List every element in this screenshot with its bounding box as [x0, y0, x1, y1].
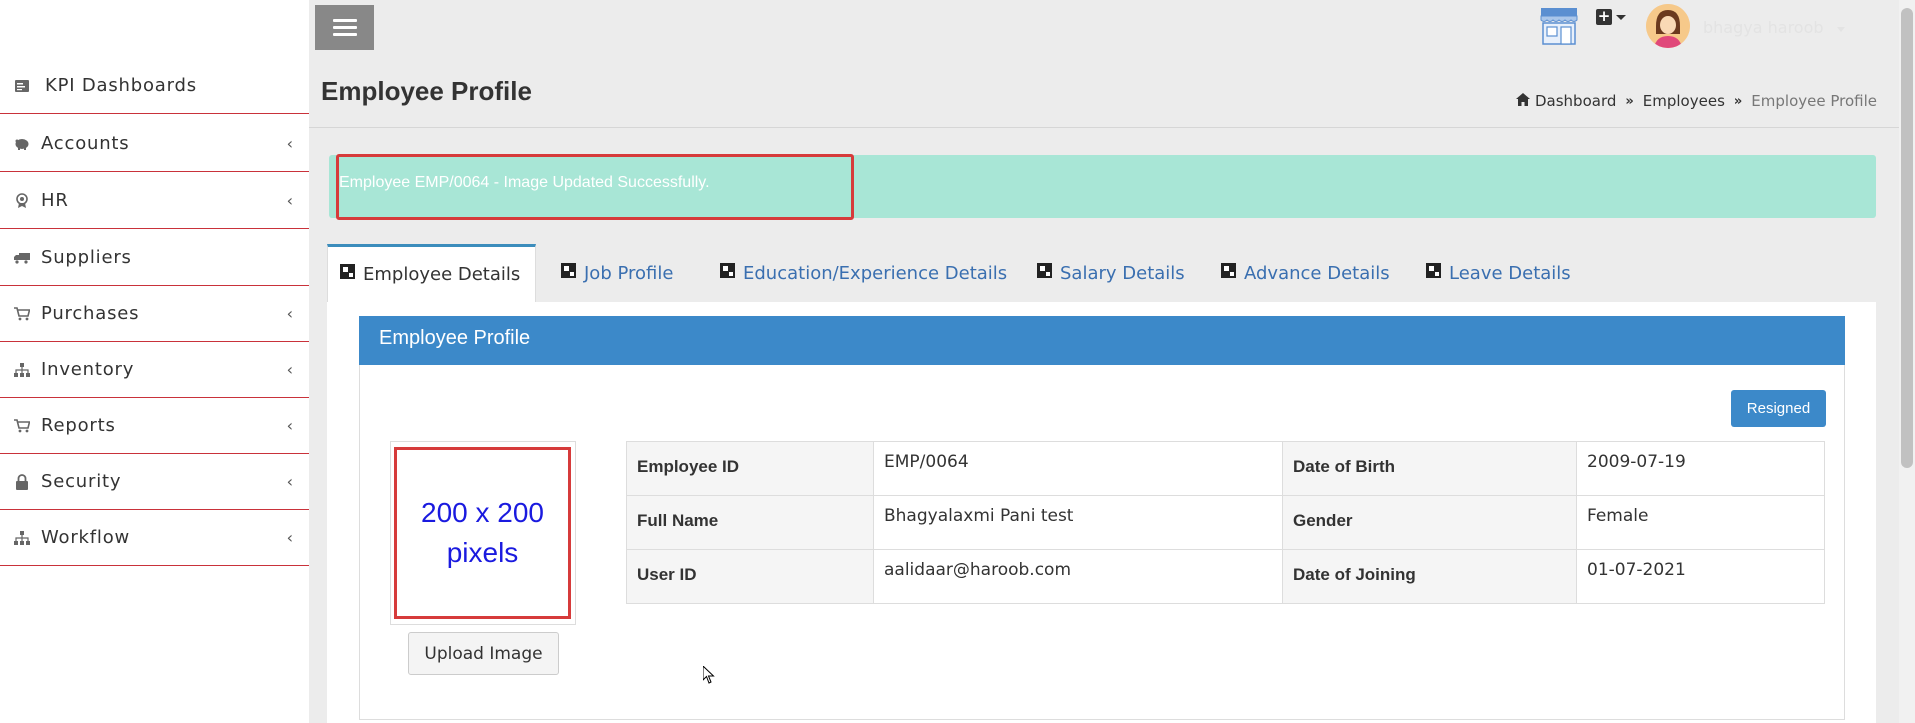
breadcrumb-dashboard-link[interactable]: Dashboard — [1535, 92, 1616, 110]
full-name-label: Full Name — [626, 495, 874, 550]
tab-education-experience[interactable]: Education/Experience Details — [708, 244, 1019, 302]
table-row: Employee ID EMP/0064 Date of Birth 2009-… — [626, 441, 1825, 496]
store-icon[interactable] — [1538, 6, 1580, 46]
tab-salary-details[interactable]: Salary Details — [1025, 244, 1197, 302]
employee-id-label: Employee ID — [626, 441, 874, 496]
breadcrumb-current: Employee Profile — [1751, 92, 1877, 110]
qr-code-icon — [340, 264, 355, 279]
table-row: Full Name Bhagyalaxmi Pani test Gender F… — [626, 495, 1825, 550]
user-id-value: aalidaar@haroob.com — [873, 549, 1283, 604]
tab-label: Leave Details — [1449, 262, 1571, 284]
user-name[interactable]: bhagya haroob — [1703, 18, 1824, 37]
lock-icon — [13, 473, 31, 491]
plus-square-icon: + — [1596, 7, 1612, 25]
image-placeholder-size: 200 x 200 — [421, 497, 544, 528]
gender-label: Gender — [1282, 495, 1577, 550]
hamburger-menu-button[interactable] — [315, 5, 374, 50]
chevron-left-icon: ‹ — [286, 528, 293, 547]
sidebar-item-inventory[interactable]: Inventory ‹ — [0, 342, 309, 398]
alert-highlight-frame — [336, 154, 854, 220]
sidebar-item-hr[interactable]: HR ‹ — [0, 173, 309, 229]
user-id-label: User ID — [626, 549, 874, 604]
sidebar-item-kpi-dashboards[interactable]: KPI Dashboards — [0, 58, 309, 114]
chevron-left-icon: ‹ — [286, 191, 293, 210]
tab-label: Employee Details — [363, 264, 521, 285]
sidebar-item-workflow[interactable]: Workflow ‹ — [0, 510, 309, 566]
sidebar-item-security[interactable]: Security ‹ — [0, 454, 309, 510]
upload-image-button[interactable]: Upload Image — [408, 632, 559, 675]
tab-employee-details[interactable]: Employee Details — [327, 244, 536, 302]
sidebar-item-label: Inventory — [41, 359, 135, 380]
sitemap-icon — [13, 529, 31, 547]
sidebar-item-suppliers[interactable]: Suppliers — [0, 230, 309, 286]
breadcrumb-separator-icon: » — [1733, 93, 1743, 109]
mouse-cursor-icon — [702, 664, 715, 684]
sidebar: KPI Dashboards Accounts ‹ HR ‹ Suppliers… — [0, 0, 309, 723]
sidebar-item-label: Accounts — [41, 133, 130, 154]
sidebar-item-accounts[interactable]: Accounts ‹ — [0, 116, 309, 172]
chevron-left-icon: ‹ — [286, 360, 293, 379]
add-new-dropdown[interactable]: + — [1596, 7, 1630, 27]
doj-value: 01-07-2021 — [1576, 549, 1825, 604]
sidebar-item-purchases[interactable]: Purchases ‹ — [0, 286, 309, 342]
sidebar-item-label: Purchases — [41, 303, 140, 324]
image-placeholder-unit: pixels — [446, 537, 519, 568]
header-divider — [309, 127, 1899, 128]
doj-label: Date of Joining — [1282, 549, 1577, 604]
tab-label: Salary Details — [1060, 262, 1185, 284]
sitemap-icon — [13, 361, 31, 379]
dob-value: 2009-07-19 — [1576, 441, 1825, 496]
breadcrumb-separator-icon: » — [1625, 93, 1634, 109]
chevron-left-icon: ‹ — [286, 304, 293, 323]
chevron-left-icon: ‹ — [286, 134, 293, 153]
qr-code-icon — [561, 262, 576, 278]
status-badge[interactable]: Resigned — [1731, 390, 1826, 427]
sidebar-item-label: Workflow — [41, 527, 131, 548]
truck-icon — [13, 249, 31, 267]
gender-value: Female — [1576, 495, 1825, 550]
caret-down-icon — [1616, 14, 1626, 20]
cart-icon — [13, 417, 31, 435]
sidebar-item-label: Security — [41, 471, 122, 492]
sidebar-item-label: KPI Dashboards — [45, 75, 197, 96]
dob-label: Date of Birth — [1282, 441, 1577, 496]
caret-down-icon[interactable] — [1837, 27, 1845, 32]
tab-advance-details[interactable]: Advance Details — [1209, 244, 1402, 302]
scrollbar-thumb[interactable] — [1901, 8, 1913, 468]
tab-label: Advance Details — [1244, 262, 1390, 284]
full-name-value: Bhagyalaxmi Pani test — [873, 495, 1283, 550]
breadcrumb: Dashboard » Employees » Employee Profile — [1515, 92, 1877, 110]
qr-code-icon — [1037, 262, 1052, 278]
qr-code-icon — [1221, 262, 1236, 278]
employee-info-table: Employee ID EMP/0064 Date of Birth 2009-… — [626, 441, 1825, 604]
hamburger-icon — [332, 19, 357, 22]
sidebar-item-label: HR — [41, 190, 69, 211]
sidebar-item-label: Suppliers — [41, 247, 132, 268]
home-icon — [1515, 92, 1530, 110]
chevron-left-icon: ‹ — [286, 472, 293, 491]
employee-id-value: EMP/0064 — [873, 441, 1283, 496]
profile-image-placeholder: 200 x 200 pixels — [394, 447, 571, 619]
sidebar-item-reports[interactable]: Reports ‹ — [0, 398, 309, 454]
tab-job-profile[interactable]: Job Profile — [549, 244, 685, 302]
tab-label: Education/Experience Details — [743, 262, 1008, 284]
chevron-left-icon: ‹ — [286, 416, 293, 435]
page-title: Employee Profile — [321, 76, 532, 106]
piggy-bank-icon — [13, 135, 31, 153]
qr-code-icon — [720, 262, 735, 278]
breadcrumb-employees-link[interactable]: Employees — [1643, 92, 1725, 110]
cart-icon — [13, 305, 31, 323]
box-title: Employee Profile — [379, 327, 531, 349]
qr-code-icon — [1426, 262, 1441, 278]
tab-label: Job Profile — [584, 262, 674, 284]
table-row: User ID aalidaar@haroob.com Date of Join… — [626, 549, 1825, 604]
badge-icon — [13, 192, 31, 210]
page-scrollbar[interactable] — [1899, 0, 1915, 723]
avatar[interactable] — [1646, 4, 1690, 48]
dashboard-icon — [13, 77, 31, 95]
box-header — [359, 316, 1845, 365]
sidebar-item-label: Reports — [41, 415, 116, 436]
tab-leave-details[interactable]: Leave Details — [1414, 244, 1583, 302]
